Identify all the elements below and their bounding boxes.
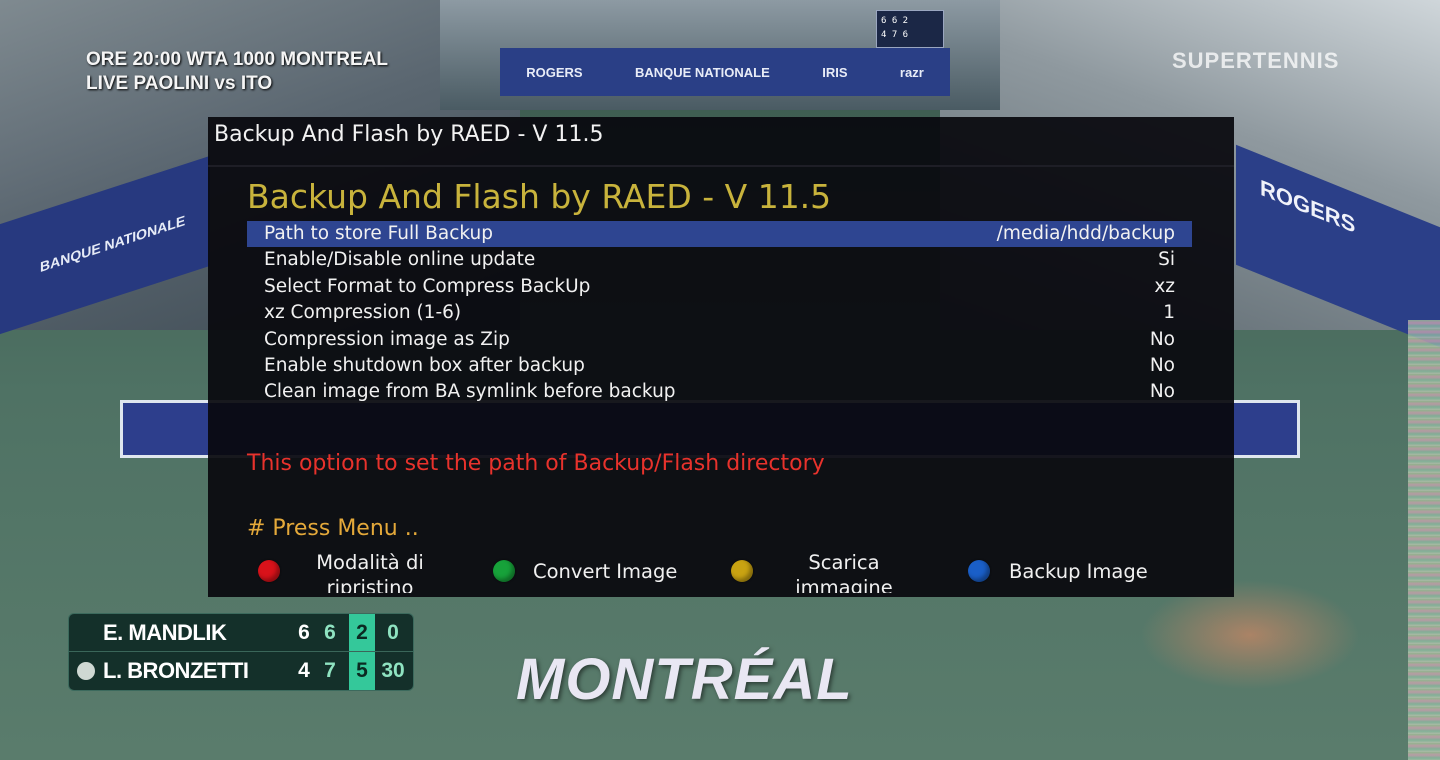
yellow-key-icon [731,560,753,582]
setting-value: Si [1158,249,1175,271]
tournament-city-logo: MONTRÉAL [516,647,853,712]
setting-value: 1 [1163,302,1175,324]
setting-row-xz-compression[interactable]: xz Compression (1-6) 1 [247,300,1192,326]
setting-description: This option to set the path of Backup/Fl… [247,451,825,476]
setting-label: xz Compression (1-6) [264,302,462,324]
stadium-scoreboard-line: 4 7 6 [881,30,909,40]
plugin-heading: Backup And Flash by RAED - V 11.5 [247,177,832,216]
setting-label: Select Format to Compress BackUp [264,275,591,297]
sponsor-label: BANQUE NATIONALE [634,64,770,80]
set-score: 6 [324,621,336,644]
green-button-convert-image[interactable]: Convert Image [493,553,693,593]
current-set-score: 2 [349,614,375,652]
player-row: L. BRONZETTI 4 7 5 30 [69,652,413,690]
score-bug: E. MANDLIK 6 6 2 0 L. BRONZETTI 4 7 5 30 [68,613,414,691]
game-points: 30 [381,659,405,682]
window-title: Backup And Flash by RAED - V 11.5 [214,122,604,147]
player-name: E. MANDLIK [103,620,227,645]
player-name: L. BRONZETTI [103,658,249,683]
green-key-icon [493,560,515,582]
overlay-line: LIVE PAOLINI vs ITO [86,73,273,94]
blue-button-backup-image[interactable]: Backup Image [968,553,1168,593]
setting-row-clean-symlink[interactable]: Clean image from BA symlink before backu… [247,379,1192,405]
sponsor-label: ROGERS [526,64,583,80]
channel-logo: SUPERTENNIS [1172,48,1340,73]
setting-value: xz [1154,275,1175,297]
setting-value: No [1149,328,1175,350]
setting-label: Compression image as Zip [264,328,510,350]
red-key-icon [258,560,280,582]
plugin-dialog: Backup And Flash by RAED - V 11.5 Backup… [208,117,1234,597]
signal-noise [1408,320,1440,760]
sponsor-label: IRIS [822,64,848,80]
setting-row-shutdown-box[interactable]: Enable shutdown box after backup No [247,353,1192,379]
sponsor-label: razr [899,64,924,80]
setting-row-online-update[interactable]: Enable/Disable online update Si [247,247,1192,273]
setting-label: Enable shutdown box after backup [264,354,585,376]
setting-row-backup-path[interactable]: Path to store Full Backup /media/hdd/bac… [247,221,1192,248]
current-set-score: 5 [349,652,375,690]
red-button-label: Modalità di ripristino [316,553,424,593]
set-score: 7 [324,659,336,682]
title-divider [208,165,1234,167]
settings-list: Path to store Full Backup /media/hdd/bac… [247,221,1192,406]
set-score: 4 [298,659,310,682]
setting-value: No [1149,354,1175,376]
game-points: 0 [387,621,399,644]
blue-button-label: Backup Image [1009,560,1148,583]
sponsor-backwall: ROGERS BANQUE NATIONALE IRIS razr [500,48,950,96]
stadium-scoreboard: 6 6 2 4 7 6 [876,10,944,48]
setting-row-zip-image[interactable]: Compression image as Zip No [247,327,1192,353]
broadcast-overlay: ORE 20:00 WTA 1000 MONTREAL LIVE PAOLINI… [86,48,388,96]
red-button-restore-mode[interactable]: Modalità di ripristino [258,553,448,593]
tennis-ball-icon [77,662,95,680]
setting-label: Path to store Full Backup [264,223,493,244]
set-score: 6 [298,621,310,644]
green-button-label: Convert Image [533,560,678,583]
player-row: E. MANDLIK 6 6 2 0 [69,614,413,652]
setting-label: Enable/Disable online update [264,249,536,271]
side-banner-label: BANQUE NATIONALE [40,211,186,276]
yellow-button-download-image[interactable]: Scarica immagine [731,553,901,593]
overlay-line: ORE 20:00 WTA 1000 MONTREAL [86,49,388,70]
setting-label: Clean image from BA symlink before backu… [264,381,676,403]
setting-value: /media/hdd/backup [996,223,1175,244]
blue-key-icon [968,560,990,582]
menu-hint: # Press Menu .. [247,516,419,541]
stadium-scoreboard-line: 6 6 2 [881,16,909,26]
setting-value: No [1149,381,1175,403]
setting-row-compress-format[interactable]: Select Format to Compress BackUp xz [247,274,1192,300]
yellow-button-label: Scarica immagine [795,553,893,593]
